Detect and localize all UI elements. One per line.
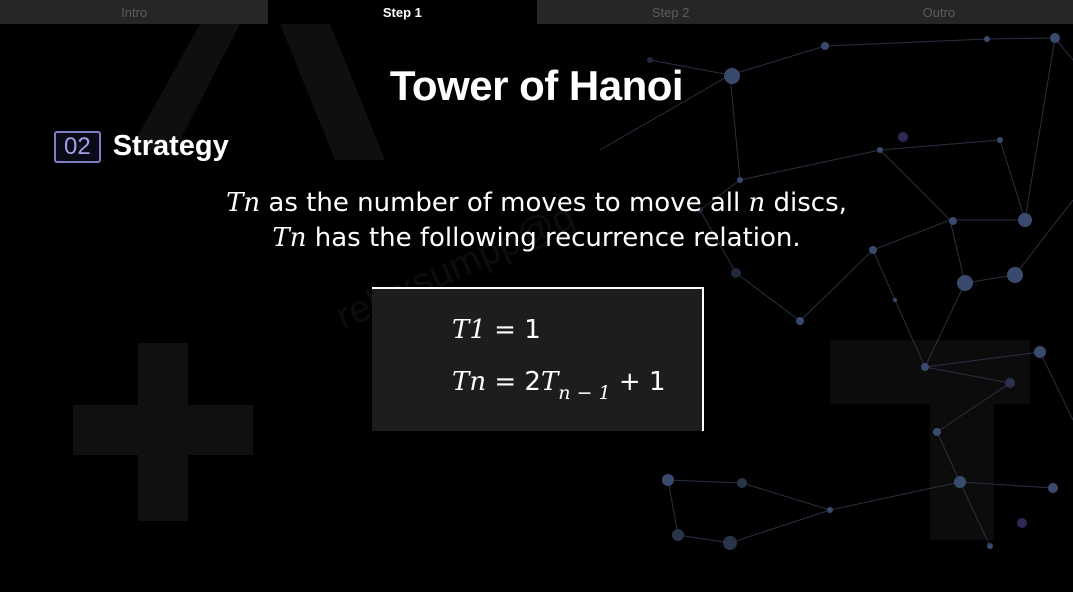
description-text-segment: as the number of moves to move all xyxy=(260,188,749,218)
math-variable: Tn xyxy=(226,188,261,218)
slide-title: Tower of Hanoi xyxy=(389,62,684,109)
base-case-equation: T1 = 1 xyxy=(452,315,541,345)
recurrence-equation: Tn = 2Tn − 1 + 1 xyxy=(452,367,665,404)
equation-subscript: n − 1 xyxy=(558,382,611,404)
math-variable: n xyxy=(748,188,766,218)
equation-segment: + 1 xyxy=(610,367,666,397)
network-nodes-decoration xyxy=(647,33,1060,550)
tab-step-2[interactable]: Step 2 xyxy=(536,0,805,24)
description-line-2: Tn has the following recurrence relation… xyxy=(0,221,1073,256)
equation-segment: = 2 xyxy=(486,367,541,397)
description-text: Tn as the number of moves to move all n … xyxy=(0,186,1073,256)
math-variable: T1 xyxy=(452,315,486,345)
math-variable: Tn xyxy=(272,223,307,253)
section-number-badge: 02 xyxy=(54,130,101,163)
math-variable: Tn xyxy=(452,367,487,397)
plus-sign-decoration xyxy=(73,343,253,521)
tab-step-1[interactable]: Step 1 xyxy=(268,0,537,24)
description-line-1: Tn as the number of moves to move all n … xyxy=(0,186,1073,221)
section-title: Strategy xyxy=(112,130,229,162)
math-variable: T xyxy=(540,367,559,397)
right-bracket-decoration xyxy=(830,340,1030,540)
section-heading: 02 Strategy xyxy=(54,130,229,163)
equation-segment: = 1 xyxy=(485,315,541,345)
step-tabs: Intro Step 1 Step 2 Outro xyxy=(0,0,1073,24)
description-text-segment: has the following recurrence relation. xyxy=(306,223,801,253)
description-text-segment: discs, xyxy=(765,188,847,218)
tab-outro[interactable]: Outro xyxy=(804,0,1073,24)
recurrence-equation-box: T1 = 1 Tn = 2Tn − 1 + 1 xyxy=(372,287,704,431)
tab-intro[interactable]: Intro xyxy=(0,0,269,24)
